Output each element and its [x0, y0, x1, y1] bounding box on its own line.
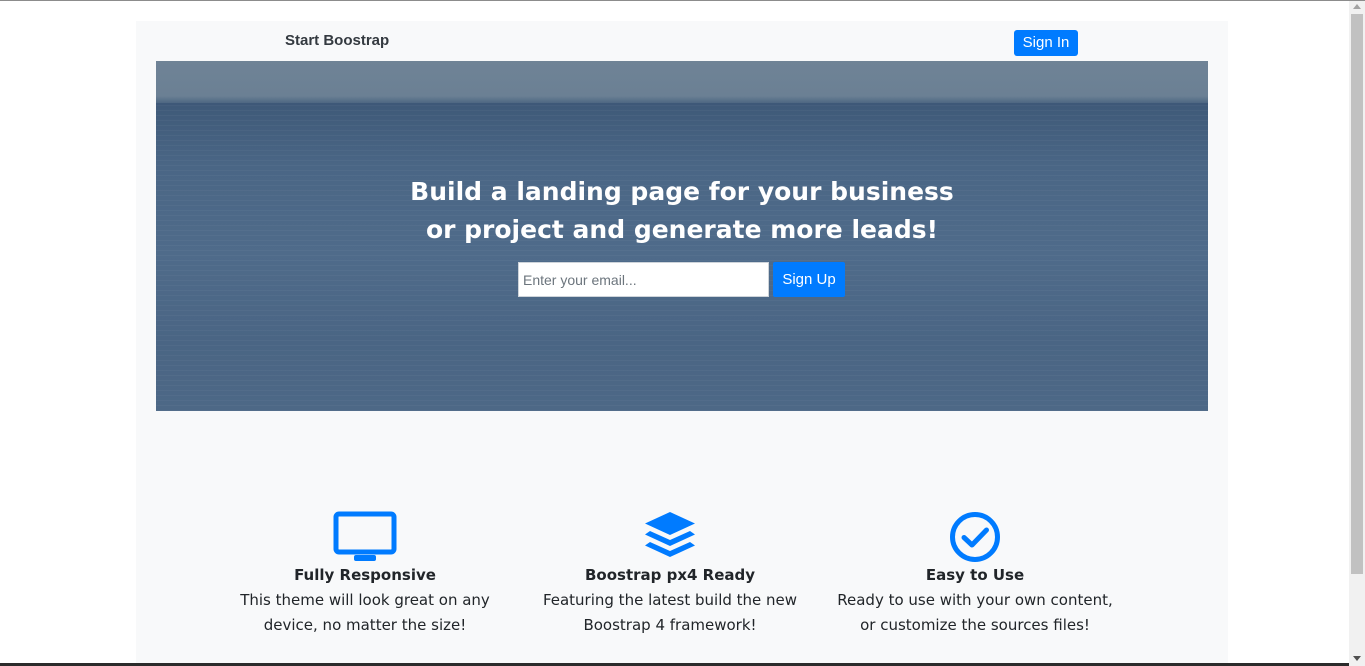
desktop-icon — [333, 511, 397, 561]
sign-in-button[interactable]: Sign In — [1014, 30, 1078, 56]
feature-description: Featuring the latest build the new Boost… — [542, 591, 798, 634]
feature-title: Easy to Use — [925, 566, 1025, 584]
navbar-brand[interactable]: Start Boostrap — [285, 32, 389, 49]
scrollbar-thumb[interactable] — [1351, 14, 1363, 574]
scroll-down-arrow-icon[interactable] — [1353, 656, 1361, 661]
layers-icon — [645, 512, 695, 557]
feature-description: This theme will look great on any device… — [240, 591, 490, 634]
feature-title: Fully Responsive — [294, 566, 436, 584]
hero-headline-line-1: Build a landing page for your business — [410, 177, 954, 206]
sign-up-button[interactable]: Sign Up — [773, 262, 845, 297]
feature-description: Ready to use with your own content, or c… — [837, 591, 1113, 634]
email-input[interactable] — [518, 262, 769, 297]
page-container: Start Boostrap Sign In Build a landing p… — [136, 21, 1228, 666]
hero-water-texture — [156, 105, 1208, 411]
feature-title: Boostrap px4 Ready — [584, 566, 756, 584]
hero-banner: Build a landing page for your business o… — [156, 61, 1208, 411]
scroll-up-arrow-icon[interactable] — [1353, 4, 1361, 9]
window-top-border — [0, 0, 1365, 1]
hero-headline-line-2: or project and generate more leads! — [425, 215, 939, 244]
check-circle-icon — [950, 512, 1000, 562]
hero-headline: Build a landing page for your business o… — [156, 173, 1208, 249]
